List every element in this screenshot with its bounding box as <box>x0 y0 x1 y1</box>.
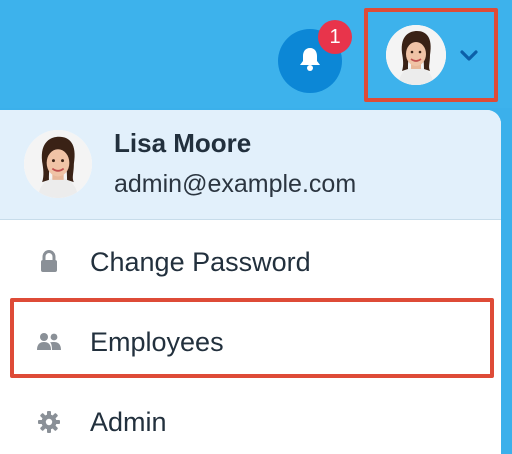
user-menu-trigger[interactable] <box>364 8 498 102</box>
employees-highlight-box <box>10 298 494 378</box>
chevron-down-icon <box>460 49 478 67</box>
menu-item-label: Change Password <box>90 246 311 277</box>
bell-icon <box>298 46 322 77</box>
profile-header: Lisa Moore admin@example.com <box>0 110 501 220</box>
menu-item-change-password[interactable]: Change Password <box>0 222 501 302</box>
menu-item-label: Admin <box>90 406 167 437</box>
profile-avatar <box>24 130 92 198</box>
notification-count-badge: 1 <box>318 20 352 54</box>
avatar <box>386 25 446 85</box>
gear-icon <box>36 409 62 435</box>
menu-item-admin[interactable]: Admin <box>0 382 501 454</box>
profile-email: admin@example.com <box>114 170 357 198</box>
lock-icon <box>36 249 62 275</box>
user-dropdown-menu: Lisa Moore admin@example.com Change Pass… <box>0 110 501 454</box>
profile-name: Lisa Moore <box>114 128 252 158</box>
